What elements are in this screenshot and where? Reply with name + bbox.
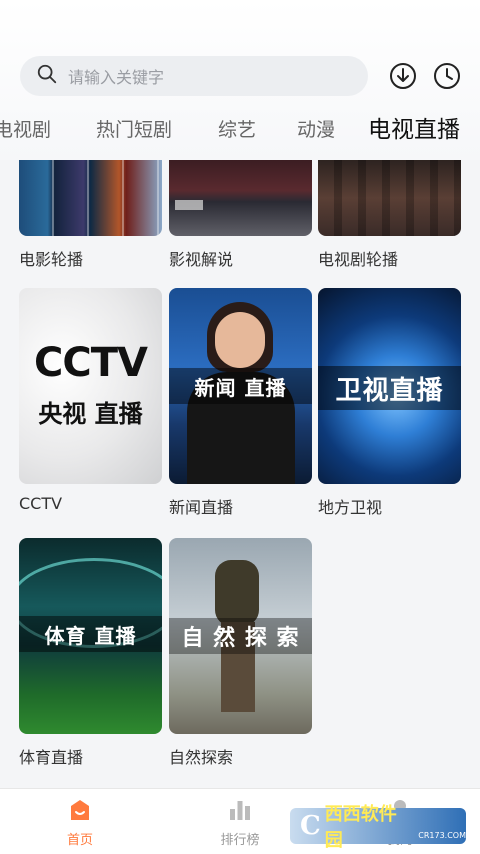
card-title: CCTV xyxy=(19,494,63,513)
local-satellite-thumbnail: 卫视直播 xyxy=(318,288,461,484)
card-cctv[interactable]: CCTV 央视 直播 CCTV xyxy=(19,288,162,513)
news-live-thumbnail: 新闻 直播 xyxy=(169,288,312,484)
news-overlay-text: 新闻 直播 xyxy=(169,368,312,404)
card-news-live[interactable]: 新闻 直播 新闻直播 xyxy=(169,288,312,517)
ranking-icon xyxy=(227,797,253,823)
nav-home-label: 首页 xyxy=(66,833,93,848)
card-title: 体育直播 xyxy=(19,748,84,767)
watermark-text: 西西软件园 xyxy=(324,804,397,851)
card-title: 地方卫视 xyxy=(318,498,383,517)
search-icon xyxy=(36,63,58,89)
sports-overlay-text: 体育 直播 xyxy=(19,616,162,652)
nav-ranking[interactable]: 排行榜 xyxy=(200,797,280,848)
tab-anime[interactable]: 动漫 xyxy=(297,110,335,150)
film-commentary-thumbnail xyxy=(169,160,312,236)
nav-home[interactable]: 首页 xyxy=(40,797,120,848)
nature-overlay-text: 自 然 探 索 xyxy=(169,618,312,654)
movie-carousel-thumbnail xyxy=(19,160,162,236)
card-title: 自然探索 xyxy=(169,748,234,767)
card-local-satellite[interactable]: 卫视直播 地方卫视 xyxy=(318,288,461,517)
content-grid: 电影轮播 影视解说 电视剧轮播 CCTV 央视 直播 CCTV 新闻 直播 新闻… xyxy=(0,160,480,790)
cctv-overlay-text: 央视 直播 xyxy=(38,400,143,428)
card-film-commentary[interactable]: 影视解说 xyxy=(169,160,312,269)
sports-live-thumbnail: 体育 直播 xyxy=(19,538,162,734)
tv-series-carousel-thumbnail xyxy=(318,160,461,236)
card-tv-series-carousel[interactable]: 电视剧轮播 xyxy=(318,160,461,269)
card-title: 电视剧轮播 xyxy=(318,250,399,269)
watermark-logo: C 西西软件园 CR173.COM xyxy=(290,804,466,851)
cctv-thumbnail: CCTV 央视 直播 xyxy=(19,288,162,484)
download-icon[interactable] xyxy=(389,62,417,90)
search-bar[interactable]: 请输入关键字 xyxy=(20,56,368,96)
search-placeholder: 请输入关键字 xyxy=(68,68,165,87)
tab-short-drama[interactable]: 热门短剧 xyxy=(96,110,172,150)
card-movie-carousel[interactable]: 电影轮播 xyxy=(19,160,162,269)
card-title: 影视解说 xyxy=(169,250,234,269)
card-nature-explore[interactable]: 自 然 探 索 自然探索 xyxy=(169,538,312,767)
cctv-logo: CCTV xyxy=(34,340,148,386)
card-title: 新闻直播 xyxy=(169,498,234,517)
nature-explore-thumbnail: 自 然 探 索 xyxy=(169,538,312,734)
watermark-c: C xyxy=(300,811,321,841)
category-tabs: 电视剧 热门短剧 综艺 动漫 电视直播 xyxy=(0,110,480,150)
home-icon xyxy=(67,797,93,823)
card-sports-live[interactable]: 体育 直播 体育直播 xyxy=(19,538,162,767)
tab-variety[interactable]: 综艺 xyxy=(218,110,256,150)
history-icon[interactable] xyxy=(433,62,461,90)
top-bar: 请输入关键字 电视剧 热门短剧 综艺 动漫 电视直播 xyxy=(0,0,480,160)
card-title: 电影轮播 xyxy=(19,250,84,269)
tab-tv-live[interactable]: 电视直播 xyxy=(368,110,460,150)
satellite-overlay-text: 卫视直播 xyxy=(318,366,461,410)
watermark-domain: CR173.COM xyxy=(418,831,466,840)
tab-tv-series[interactable]: 电视剧 xyxy=(0,110,51,150)
nav-ranking-label: 排行榜 xyxy=(220,833,260,848)
